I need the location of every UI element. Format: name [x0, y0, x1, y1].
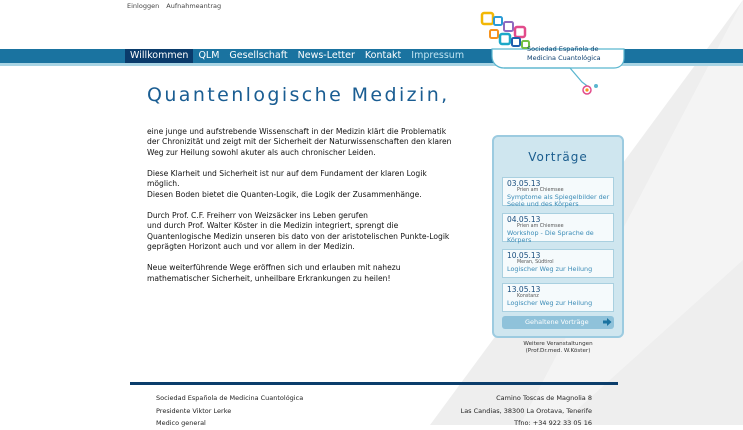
- page-title: Quantenlogische Medizin,: [147, 84, 450, 106]
- footer-address: Camino Toscas de Magnolia 8 Las Candias,…: [430, 392, 592, 430]
- intro-text: eine junge und aufstrebende Wissenschaft…: [147, 127, 482, 295]
- paragraph: Neue weiterführende Wege eröffnen sich u…: [147, 263, 401, 283]
- lectures-panel: Vorträge 03.05.13 Prien am Chiemsee Symp…: [492, 135, 624, 338]
- nav-item-newsletter[interactable]: News-Letter: [293, 49, 360, 63]
- past-lectures-label: Gehaltene Vorträge: [525, 318, 589, 326]
- paragraph: eine junge und aufstrebende Wissenschaft…: [147, 127, 452, 157]
- event-date: 13.05.13: [507, 285, 541, 294]
- event-item[interactable]: 13.05.13 Konstanz Logischer Weg zur Heil…: [502, 283, 614, 312]
- footer-street: Camino Toscas de Magnolia 8: [496, 394, 592, 402]
- more-events-line-1: Weitere Veranstaltungen: [523, 341, 593, 347]
- logo-line-2: Medicina Cuantológica: [527, 54, 601, 62]
- arrow-right-icon: [603, 318, 612, 326]
- nav-item-qlm[interactable]: QLM: [193, 49, 224, 63]
- footer-role: Medico general: [156, 419, 206, 427]
- footer-president: Presidente Viktor Lerke: [156, 406, 232, 415]
- more-events-link[interactable]: Weitere Veranstaltungen (Prof.Dr.med. W.…: [492, 341, 624, 355]
- more-events-line-2: (Prof.Dr.med. W.Köster): [525, 348, 591, 354]
- event-date: 03.05.13: [507, 179, 541, 188]
- membership-application-link[interactable]: Aufnahmeantrag: [166, 2, 221, 10]
- paragraph: Diese Klarheit und Sicherheit ist nur au…: [147, 169, 427, 199]
- event-item[interactable]: 04.05.13 Prien am Chiemsee Workshop - Di…: [502, 213, 614, 244]
- event-item[interactable]: 03.05.13 Prien am Chiemsee Symptome als …: [502, 177, 614, 208]
- login-link[interactable]: Einloggen: [127, 2, 159, 10]
- footer-org-name: Sociedad Española de Medicina Cuantológi…: [156, 394, 304, 402]
- footer-city: Las Candias, 38300 La Orotava, Tenerife: [460, 406, 592, 415]
- event-item[interactable]: 10.05.13 Meran, Südtirol Logischer Weg z…: [502, 249, 614, 278]
- event-title: Symptome als Spiegelbilder der Seele und…: [507, 193, 610, 208]
- logo-text: Sociedad Española de Medicina Cuantológi…: [527, 45, 601, 63]
- nav-item-gesellschaft[interactable]: Gesellschaft: [224, 49, 292, 63]
- nav-item-willkommen[interactable]: Willkommen: [125, 49, 194, 63]
- nav-item-impressum[interactable]: Impressum: [406, 49, 469, 63]
- nav-bar-underline: [0, 63, 743, 66]
- nav-item-kontakt[interactable]: Kontakt: [360, 49, 406, 63]
- top-links: Einloggen Aufnahmeantrag: [127, 2, 226, 10]
- footer-phone: Tfno: +34 922 33 05 16: [514, 419, 592, 427]
- footer-divider: [130, 382, 618, 385]
- past-lectures-button[interactable]: Gehaltene Vorträge: [502, 316, 614, 329]
- logo-line-1: Sociedad Española de: [527, 45, 599, 53]
- event-date: 10.05.13: [507, 251, 541, 260]
- event-title: Workshop - Die Sprache de Körpers: [507, 229, 594, 244]
- lectures-title: Vorträge: [528, 150, 588, 164]
- event-date: 04.05.13: [507, 215, 541, 224]
- event-title: Logischer Weg zur Heilung: [507, 299, 593, 307]
- event-title: Logischer Weg zur Heilung: [507, 265, 593, 273]
- paragraph: Durch Prof. C.F. Freiherr von Weizsäcker…: [147, 211, 450, 252]
- main-nav: Willkommen QLM Gesellschaft News-Letter …: [125, 49, 469, 63]
- footer-left: Sociedad Española de Medicina Cuantológi…: [156, 392, 303, 430]
